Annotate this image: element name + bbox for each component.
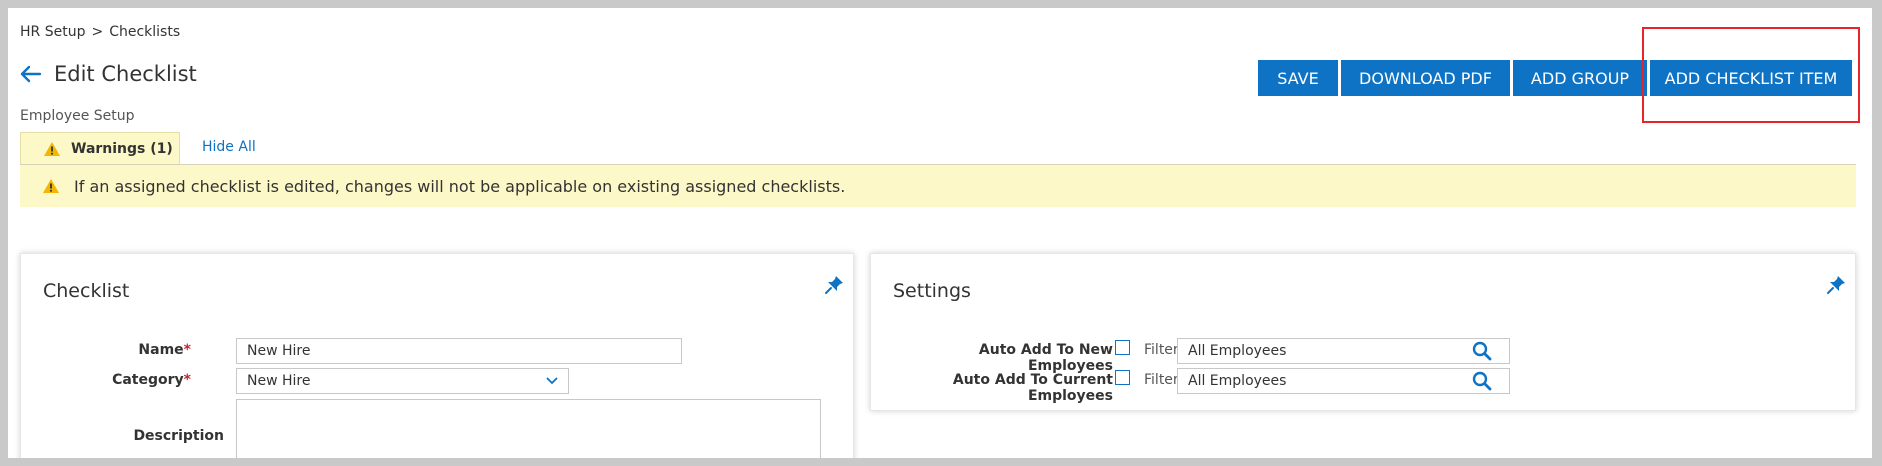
filter-new-input[interactable]: All Employees: [1177, 338, 1510, 364]
breadcrumb-separator: >: [91, 24, 104, 40]
filter-label: Filter: [1144, 342, 1179, 358]
warning-icon: [42, 178, 60, 194]
warnings-tabbar: Warnings (1) Hide All: [20, 132, 1856, 165]
category-label: Category*: [81, 372, 191, 388]
page-title: Edit Checklist: [54, 62, 197, 86]
category-label-text: Category: [112, 372, 184, 388]
page-header: Edit Checklist: [20, 62, 197, 86]
pin-icon[interactable]: [823, 274, 845, 296]
category-select[interactable]: New Hire: [236, 368, 569, 394]
add-group-button[interactable]: ADD GROUP: [1513, 60, 1647, 96]
settings-panel: Settings Auto Add To New Employees Filte…: [870, 253, 1856, 411]
page-subtitle: Employee Setup: [20, 108, 135, 124]
settings-panel-title: Settings: [893, 280, 971, 302]
description-label: Description: [133, 428, 224, 444]
name-label-text: Name: [138, 342, 184, 358]
hide-all-link[interactable]: Hide All: [202, 139, 256, 155]
arrow-left-icon[interactable]: [20, 62, 44, 86]
auto-add-new-label: Auto Add To New Employees: [978, 342, 1113, 374]
breadcrumb: HR Setup > Checklists: [20, 24, 180, 40]
save-button[interactable]: SAVE: [1258, 60, 1338, 96]
download-pdf-button[interactable]: DOWNLOAD PDF: [1341, 60, 1510, 96]
highlight-box: [1642, 27, 1860, 123]
description-textarea[interactable]: [236, 399, 821, 458]
name-input[interactable]: New Hire: [236, 338, 682, 364]
filter-current-input[interactable]: All Employees: [1177, 368, 1510, 394]
search-icon[interactable]: [1471, 340, 1493, 362]
category-select-value: New Hire: [247, 373, 311, 389]
warning-icon: [43, 141, 61, 157]
auto-add-current-checkbox[interactable]: [1115, 370, 1130, 385]
filter-label: Filter: [1144, 372, 1179, 388]
tab-warnings[interactable]: Warnings (1): [20, 132, 180, 164]
checklist-panel-title: Checklist: [43, 280, 130, 302]
warning-message: If an assigned checklist is edited, chan…: [74, 176, 846, 196]
required-mark: *: [183, 342, 191, 358]
chevron-down-icon: [546, 373, 558, 389]
auto-add-current-label: Auto Add To Current Employees: [952, 372, 1113, 404]
warning-message-bar: If an assigned checklist is edited, chan…: [20, 165, 1856, 207]
app-frame: HR Setup > Checklists Edit Checklist SAVE …: [8, 8, 1872, 458]
breadcrumb-current[interactable]: Checklists: [109, 24, 180, 40]
required-mark: *: [183, 372, 191, 388]
tab-warnings-label: Warnings (1): [71, 140, 173, 157]
search-icon[interactable]: [1471, 370, 1493, 392]
pin-icon[interactable]: [1825, 274, 1847, 296]
name-label: Name*: [81, 342, 191, 358]
auto-add-new-checkbox[interactable]: [1115, 340, 1130, 355]
breadcrumb-root[interactable]: HR Setup: [20, 24, 85, 40]
checklist-panel: Checklist Name* New Hire Category* New H…: [20, 253, 854, 458]
